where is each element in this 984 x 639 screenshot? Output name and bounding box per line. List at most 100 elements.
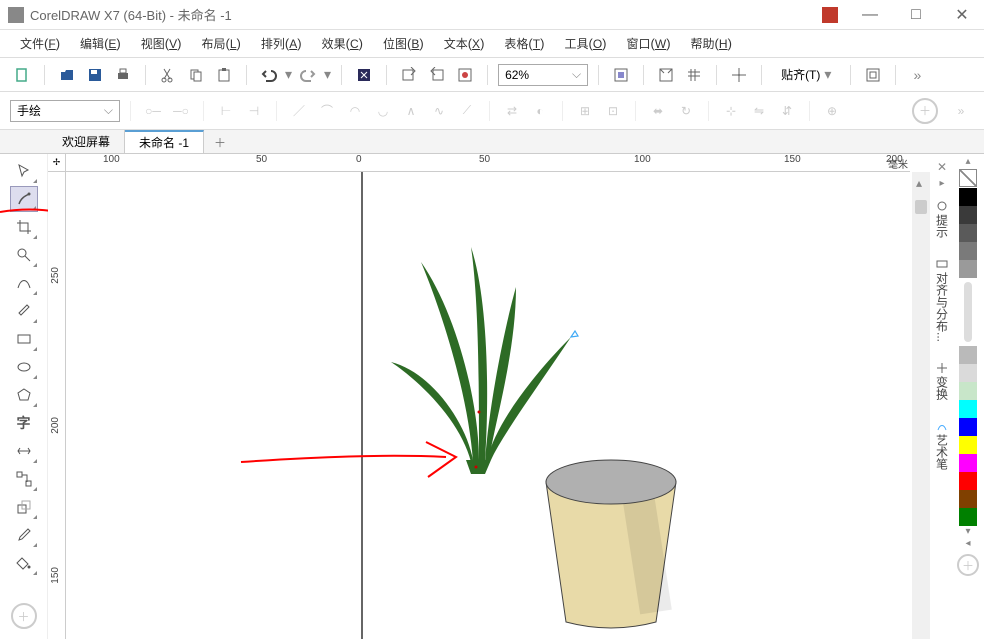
add-tab-button[interactable]: ＋ (204, 130, 236, 153)
overflow-icon[interactable]: » (906, 63, 930, 87)
zoom-level-input[interactable]: 62%⌵ (498, 64, 588, 86)
color-swatch[interactable] (959, 260, 977, 278)
crosshair-icon[interactable] (727, 63, 751, 87)
effects-tool-icon[interactable] (10, 494, 38, 520)
text-tool-icon[interactable]: 字 (10, 410, 38, 436)
scroll-up-icon[interactable]: ▴ (916, 176, 922, 190)
color-swatch[interactable] (959, 490, 977, 508)
menu-table[interactable]: 表格(T) (494, 31, 554, 56)
close-button[interactable]: ✕ (948, 5, 976, 25)
color-swatch[interactable] (959, 418, 977, 436)
scroll-thumb[interactable] (915, 200, 927, 214)
rectangle-tool-icon[interactable] (10, 326, 38, 352)
ellipse-tool-icon[interactable] (10, 354, 38, 380)
import-icon[interactable] (397, 63, 421, 87)
menu-view[interactable]: 视图(V) (131, 31, 192, 56)
palette-up-icon[interactable]: ▴ (961, 156, 975, 168)
toolbox-add-button[interactable]: ＋ (11, 603, 37, 629)
color-swatch[interactable] (959, 188, 977, 206)
docker-tab-align[interactable]: 对齐与分布... (931, 249, 954, 351)
toolbox: 字 ＋ (0, 154, 48, 639)
palette-add-button[interactable]: ＋ (957, 554, 979, 576)
eyedropper-tool-icon[interactable] (10, 522, 38, 548)
fullscreen-icon[interactable] (609, 63, 633, 87)
color-swatch[interactable] (959, 206, 977, 224)
menu-file[interactable]: 文件(F) (10, 31, 70, 56)
vertical-ruler[interactable]: 250 200 150 (48, 172, 66, 639)
menu-effects[interactable]: 效果(C) (312, 31, 373, 56)
snap-dropdown[interactable]: 贴齐(T) ▾ (772, 63, 840, 86)
reflect-h-icon: ⇋ (747, 99, 771, 123)
color-palette: ▴ ▾ ◂ ＋ (954, 154, 982, 639)
color-swatch[interactable] (959, 224, 977, 242)
user-badge-icon[interactable] (822, 7, 838, 23)
color-swatch[interactable] (959, 454, 977, 472)
docker-tab-artistic[interactable]: 艺术笔 (931, 411, 954, 479)
node-end-icon: ─○ (169, 99, 193, 123)
docker-tab-transform[interactable]: 变换 (931, 353, 954, 409)
pot-artwork[interactable] (536, 452, 686, 632)
reflect-v-icon: ⇵ (775, 99, 799, 123)
grid-icon[interactable] (682, 63, 706, 87)
color-swatch[interactable] (959, 364, 977, 382)
color-swatch[interactable] (959, 400, 977, 418)
menu-layout[interactable]: 布局(L) (191, 31, 250, 56)
add-plus-button[interactable]: ＋ (912, 98, 938, 124)
color-swatch[interactable] (959, 508, 977, 526)
paste-icon[interactable] (212, 63, 236, 87)
docker-tab-hints[interactable]: 提示 (931, 191, 954, 247)
maximize-button[interactable]: □ (902, 5, 930, 25)
crop-tool-icon[interactable] (10, 214, 38, 240)
undo-icon[interactable] (257, 63, 281, 87)
palette-menu-icon[interactable]: ◂ (961, 538, 975, 550)
fill-tool-icon[interactable] (10, 550, 38, 576)
color-swatch[interactable] (959, 472, 977, 490)
connector-tool-icon[interactable] (10, 466, 38, 492)
color-swatch[interactable] (959, 382, 977, 400)
tab-welcome[interactable]: 欢迎屏幕 (48, 130, 125, 153)
horizontal-ruler[interactable]: 100 50 0 50 100 150 200 毫米 (66, 154, 910, 172)
node-start-icon: ○─ (141, 99, 165, 123)
overflow2-icon[interactable]: » (948, 98, 974, 124)
palette-slider[interactable] (964, 282, 972, 342)
docker-close-icon[interactable]: ✕ (930, 158, 954, 176)
drawing-canvas[interactable] (66, 172, 910, 639)
palette-down-icon[interactable]: ▾ (961, 526, 975, 538)
menu-tools[interactable]: 工具(O) (554, 31, 616, 56)
annotation-arrow (236, 432, 466, 492)
new-icon[interactable] (10, 63, 34, 87)
redo-icon[interactable] (296, 63, 320, 87)
color-swatch[interactable] (959, 436, 977, 454)
docker-expand-icon[interactable]: ▸ (939, 178, 944, 189)
zoom-tool-icon[interactable] (10, 242, 38, 268)
menu-bitmap[interactable]: 位图(B) (373, 31, 434, 56)
tab-document[interactable]: 未命名 -1 (125, 130, 204, 153)
export-icon[interactable] (425, 63, 449, 87)
options-icon[interactable] (861, 63, 885, 87)
no-color-swatch[interactable] (959, 169, 977, 187)
menu-help[interactable]: 帮助(H) (681, 31, 742, 56)
parallel-dim-icon[interactable] (10, 438, 38, 464)
tool-preset-dropdown[interactable]: 手绘⌵ (10, 100, 120, 122)
vertical-scrollbar[interactable]: ▴ (912, 172, 930, 639)
print-icon[interactable] (111, 63, 135, 87)
cut-icon[interactable] (156, 63, 180, 87)
open-icon[interactable] (55, 63, 79, 87)
save-icon[interactable] (83, 63, 107, 87)
menu-window[interactable]: 窗口(W) (617, 31, 681, 56)
color-swatch[interactable] (959, 346, 977, 364)
artistic-media-icon[interactable] (10, 298, 38, 324)
pick-tool-icon[interactable] (10, 158, 38, 184)
publish-icon[interactable] (453, 63, 477, 87)
ruler-origin-icon[interactable]: ✢ (48, 154, 66, 172)
snap-bounds-icon[interactable] (654, 63, 678, 87)
polygon-tool-icon[interactable] (10, 382, 38, 408)
copy-icon[interactable] (184, 63, 208, 87)
minimize-button[interactable]: — (856, 5, 884, 25)
menu-text[interactable]: 文本(X) (434, 31, 495, 56)
menu-arrange[interactable]: 排列(A) (251, 31, 312, 56)
curve-tool-icon[interactable] (10, 270, 38, 296)
menu-edit[interactable]: 编辑(E) (70, 31, 131, 56)
color-swatch[interactable] (959, 242, 977, 260)
search-icon[interactable] (352, 63, 376, 87)
